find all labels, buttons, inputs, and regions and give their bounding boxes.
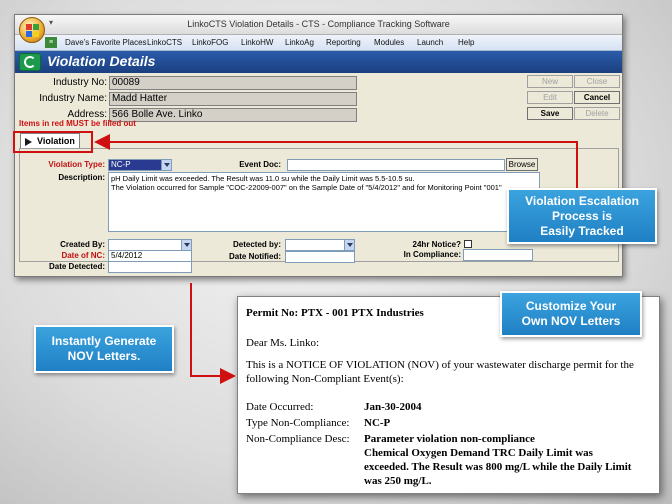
form-header: Violation Details bbox=[15, 51, 622, 73]
date-notified-field[interactable] bbox=[285, 251, 355, 263]
industry-name-field: Madd Hatter bbox=[109, 92, 357, 106]
letter-desc-line: Chemical Oxygen Demand TRC Daily Limit w… bbox=[364, 447, 593, 459]
letter-desc-line: Parameter violation non-compliance bbox=[364, 433, 535, 445]
callout-line: Easily Tracked bbox=[540, 223, 624, 238]
app-menu-icon[interactable]: ≡ bbox=[45, 37, 57, 48]
letter-salutation: Dear Ms. Linko: bbox=[246, 337, 320, 349]
menu-linkofog[interactable]: LinkoFOG bbox=[192, 38, 228, 47]
menu-modules[interactable]: Modules bbox=[374, 38, 404, 47]
title-bar: LinkoCTS Violation Details - CTS - Compl… bbox=[15, 15, 622, 35]
callout-line: Own NOV Letters bbox=[521, 314, 621, 328]
menu-bar: ≡ Dave's Favorite Places LinkoCTS LinkoF… bbox=[15, 35, 622, 51]
callout-line: Instantly Generate bbox=[51, 334, 157, 348]
menu-linkocts[interactable]: LinkoCTS bbox=[147, 38, 182, 47]
detected-by-select[interactable] bbox=[285, 239, 355, 251]
letter-type-label: Type Non-Compliance: bbox=[246, 417, 350, 429]
delete-button[interactable]: Delete bbox=[574, 107, 620, 120]
notice-24hr-label: 24hr Notice? bbox=[412, 240, 461, 249]
industry-no-field: 00089 bbox=[109, 76, 357, 90]
new-button[interactable]: New bbox=[527, 75, 573, 88]
date-detected-field[interactable] bbox=[108, 261, 192, 273]
industry-no-label: Industry No: bbox=[53, 77, 107, 88]
violation-type-label: Violation Type: bbox=[48, 160, 105, 169]
chevron-down-icon[interactable] bbox=[344, 240, 354, 250]
description-line: The Violation occurred for Sample "COC-2… bbox=[111, 183, 502, 192]
chevron-down-icon[interactable] bbox=[181, 240, 191, 250]
letter-body-line: This is a NOTICE OF VIOLATION (NOV) of y… bbox=[246, 359, 634, 371]
callout-line: Violation Escalation bbox=[525, 193, 639, 208]
customize-callout: Customize Your Own NOV Letters bbox=[500, 291, 642, 337]
page-title: Violation Details bbox=[47, 53, 156, 69]
menu-linkoag[interactable]: LinkoAg bbox=[285, 38, 314, 47]
chevron-down-icon[interactable] bbox=[161, 160, 171, 170]
letter-type-value: NC-P bbox=[364, 417, 391, 429]
callout-line: Customize Your bbox=[525, 299, 617, 313]
address-field: 566 Bolle Ave. Linko bbox=[109, 108, 357, 122]
linko-logo-icon bbox=[19, 53, 41, 71]
violation-type-select[interactable]: NC-P bbox=[108, 159, 172, 171]
in-compliance-field[interactable] bbox=[463, 249, 533, 261]
letter-body-line: following Non-Compliant Event(s): bbox=[246, 373, 404, 385]
menu-launch[interactable]: Launch bbox=[417, 38, 443, 47]
quick-access-dropdown-icon[interactable]: ▾ bbox=[49, 18, 53, 27]
cancel-button[interactable]: Cancel bbox=[574, 91, 620, 104]
in-compliance-label: In Compliance: bbox=[403, 250, 461, 259]
menu-help[interactable]: Help bbox=[458, 38, 474, 47]
description-field[interactable]: pH Daily Limit was exceeded. The Result … bbox=[108, 172, 540, 232]
browse-button[interactable]: Browse bbox=[506, 158, 538, 171]
callout-line: Process is bbox=[551, 208, 613, 223]
letter-desc-label: Non-Compliance Desc: bbox=[246, 433, 350, 445]
window-title: LinkoCTS Violation Details - CTS - Compl… bbox=[187, 19, 450, 29]
letter-desc-line: exceeded. The Result was 800 mg/L while … bbox=[364, 461, 632, 473]
menu-reporting[interactable]: Reporting bbox=[326, 38, 361, 47]
industry-name-label: Industry Name: bbox=[39, 93, 107, 104]
letter-permit: Permit No: PTX - 001 PTX Industries bbox=[246, 307, 424, 319]
required-note: Items in red MUST be filled out bbox=[19, 119, 136, 128]
description-label: Description: bbox=[58, 173, 105, 182]
date-notified-label: Date Notified: bbox=[229, 252, 281, 261]
menu-linkohw[interactable]: LinkoHW bbox=[241, 38, 273, 47]
menu-favorites[interactable]: Dave's Favorite Places bbox=[65, 38, 147, 47]
generate-callout: Instantly Generate NOV Letters. bbox=[34, 325, 174, 373]
letter-desc-line: was 250 mg/L. bbox=[364, 475, 432, 487]
letter-date-value: Jan-30-2004 bbox=[364, 401, 422, 413]
close-button[interactable]: Close bbox=[574, 75, 620, 88]
tab-highlight-box bbox=[13, 131, 93, 153]
date-detected-label: Date Detected: bbox=[48, 262, 105, 271]
notice-24hr-checkbox[interactable] bbox=[464, 240, 472, 248]
created-by-label: Created By: bbox=[60, 240, 105, 249]
detected-by-label: Detected by: bbox=[232, 240, 281, 249]
event-doc-label: Event Doc: bbox=[239, 160, 281, 169]
generate-arrow bbox=[190, 283, 236, 384]
save-button[interactable]: Save bbox=[527, 107, 573, 120]
office-button-icon[interactable] bbox=[19, 17, 45, 43]
event-doc-field[interactable] bbox=[287, 159, 505, 171]
letter-date-label: Date Occurred: bbox=[246, 401, 314, 413]
edit-button[interactable]: Edit bbox=[527, 91, 573, 104]
escalation-callout: Violation Escalation Process is Easily T… bbox=[507, 188, 657, 244]
callout-line: NOV Letters. bbox=[67, 349, 141, 363]
date-nc-label: Date of NC: bbox=[61, 251, 105, 260]
description-line: pH Daily Limit was exceeded. The Result … bbox=[111, 174, 415, 183]
violation-type-value: NC-P bbox=[111, 160, 131, 169]
